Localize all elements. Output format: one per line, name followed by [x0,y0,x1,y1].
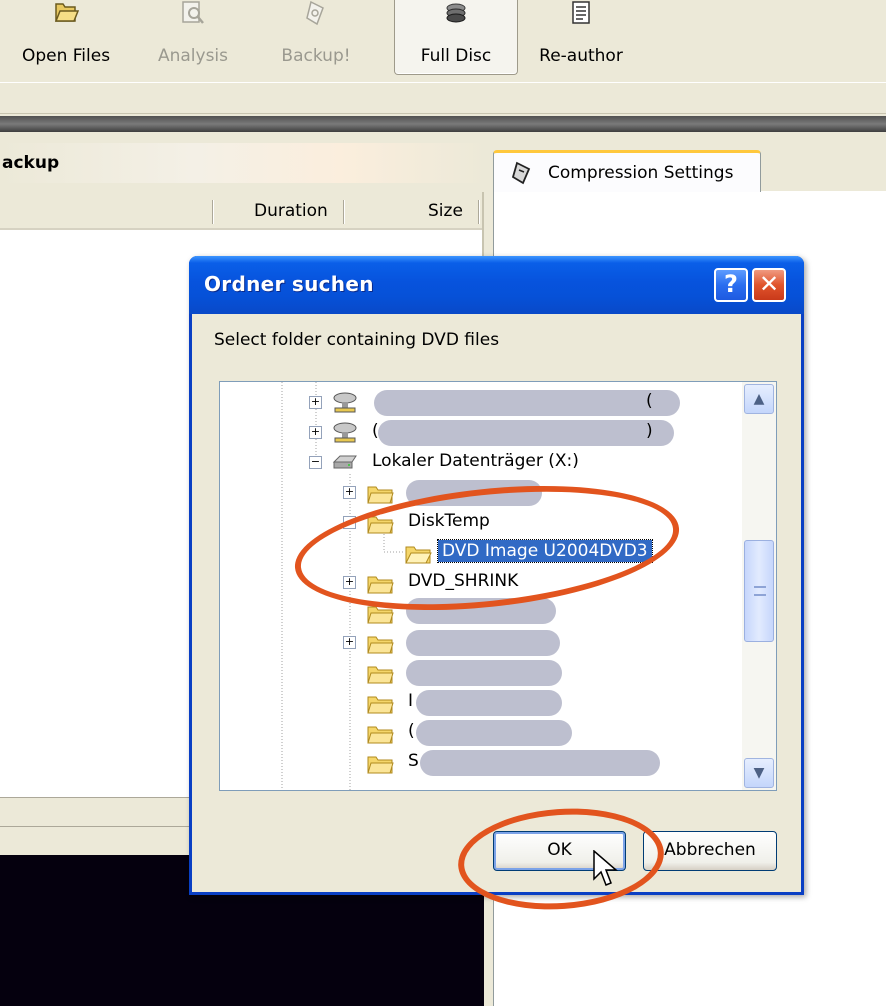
selected-folder-label: DVD Image U2004DVD3 [437,539,653,563]
toolbar-separator-band [0,82,886,114]
disktemp-label: DiskTemp [408,511,490,531]
network-drive-icon [333,392,357,413]
help-button[interactable]: ? [714,268,748,302]
hard-drive-icon [332,455,357,469]
tree-item-folder-7[interactable]: S [220,748,740,778]
partial-label: S [408,751,419,771]
tree-item-folder-6[interactable]: ( [220,718,740,748]
analysis-button[interactable]: Analysis [140,0,246,75]
redacted-label [416,690,562,716]
close-icon: ✕ [758,270,780,298]
backup-panel-title: ackup [2,153,60,173]
tree-item-folder-3[interactable]: + [220,628,740,658]
network-drive-icon [333,422,357,443]
tree-item-drive-2[interactable]: + ( ) [220,418,740,448]
analysis-label: Analysis [157,46,229,66]
re-author-label: Re-author [539,46,623,66]
expand-toggle[interactable]: + [343,486,356,499]
redacted-label [420,750,660,776]
magnifier-icon [182,1,204,24]
backup-panel-header: ackup [0,143,486,183]
tree-item-folder-4[interactable] [220,658,740,688]
tree-item-dvd-image-selected[interactable]: DVD Image U2004DVD3 [220,538,740,568]
scroll-down-button[interactable]: ▼ [744,758,774,788]
open-folder-icon [54,3,79,22]
collapse-toggle[interactable]: − [309,456,322,469]
scroll-grip [754,586,766,596]
backup-disc-icon [306,0,324,26]
tree-item-folder-5[interactable]: I [220,688,740,718]
open-files-label: Open Files [21,46,111,66]
full-disc-button[interactable]: Full Disc [394,0,518,75]
tab-compression-settings[interactable]: Compression Settings [493,150,761,192]
folder-icon [367,516,394,534]
chevron-up-icon: ▲ [753,391,765,407]
full-disc-label: Full Disc [420,46,492,66]
redacted-label [416,720,572,746]
collapse-toggle[interactable]: − [343,516,356,529]
expand-toggle[interactable]: + [309,396,322,409]
folder-tree[interactable]: + ( + ( ) − Lokaler Datenträger (X:) + −… [219,381,777,791]
dialog-title: Ordner suchen [204,272,374,296]
scroll-up-button[interactable]: ▲ [744,384,774,414]
redacted-label [374,390,680,416]
close-button[interactable]: ✕ [752,268,786,302]
splitter-bar[interactable] [0,116,886,132]
folder-icon [367,696,394,714]
redacted-label [378,420,674,446]
open-folder-icon [405,546,432,564]
tree-vertical-scrollbar[interactable]: ▲ ▼ [742,382,776,790]
partial-label: ) [646,421,653,441]
partial-label: ( [408,721,415,741]
tree-item-folder-1[interactable]: + [220,478,740,508]
folder-icon [367,666,394,684]
help-icon: ? [724,270,738,298]
redacted-label [406,598,556,624]
local-drive-label: Lokaler Datenträger (X:) [372,451,579,471]
compression-icon [511,161,531,185]
list-column-header: Duration Size [0,192,482,230]
folder-icon [367,726,394,744]
reauthor-list-icon [572,1,590,24]
cancel-button[interactable]: Abbrechen [643,831,777,871]
main-toolbar: Open Files Analysis Backup! Full Disc Re… [0,0,886,82]
partial-label: I [408,691,414,711]
redacted-label [406,660,562,686]
chevron-down-icon: ▼ [753,765,765,781]
screenshot-root: Open Files Analysis Backup! Full Disc Re… [0,0,886,1006]
folder-icon [367,486,394,504]
folder-browse-dialog: Ordner suchen ? ✕ Select folder containi… [189,256,804,895]
mouse-cursor-icon [593,850,619,886]
partial-label: ( [646,391,653,411]
expand-toggle[interactable]: + [309,426,322,439]
disc-stack-icon [446,3,466,23]
redacted-label [406,630,560,656]
backup-button[interactable]: Backup! [268,0,364,75]
folder-icon [367,636,394,654]
size-column-header[interactable]: Size [428,201,463,221]
dialog-prompt: Select folder containing DVD files [214,330,500,350]
tree-item-drive-1[interactable]: + ( [220,388,740,418]
tree-item-disktemp[interactable]: − DiskTemp [220,508,740,538]
scroll-thumb[interactable] [744,540,774,642]
redacted-label [406,480,542,506]
folder-icon [367,606,394,624]
dvd-shrink-label: DVD_SHRINK [408,571,519,591]
re-author-button[interactable]: Re-author [526,0,636,75]
compression-settings-label: Compression Settings [548,163,734,183]
duration-column-header[interactable]: Duration [254,201,328,221]
backup-label: Backup! [281,46,351,66]
open-files-button[interactable]: Open Files [6,0,126,75]
folder-icon [367,756,394,774]
column-divider[interactable] [343,200,345,224]
column-divider[interactable] [478,200,480,224]
tree-item-dvd-shrink[interactable]: + DVD_SHRINK [220,568,740,598]
tree-item-folder-2[interactable] [220,598,740,628]
folder-icon [367,576,394,594]
tree-item-local-drive-x[interactable]: − Lokaler Datenträger (X:) [220,448,740,478]
expand-toggle[interactable]: + [343,576,356,589]
column-divider[interactable] [212,200,214,224]
expand-toggle[interactable]: + [343,636,356,649]
dialog-titlebar[interactable]: Ordner suchen ? ✕ [189,256,804,314]
